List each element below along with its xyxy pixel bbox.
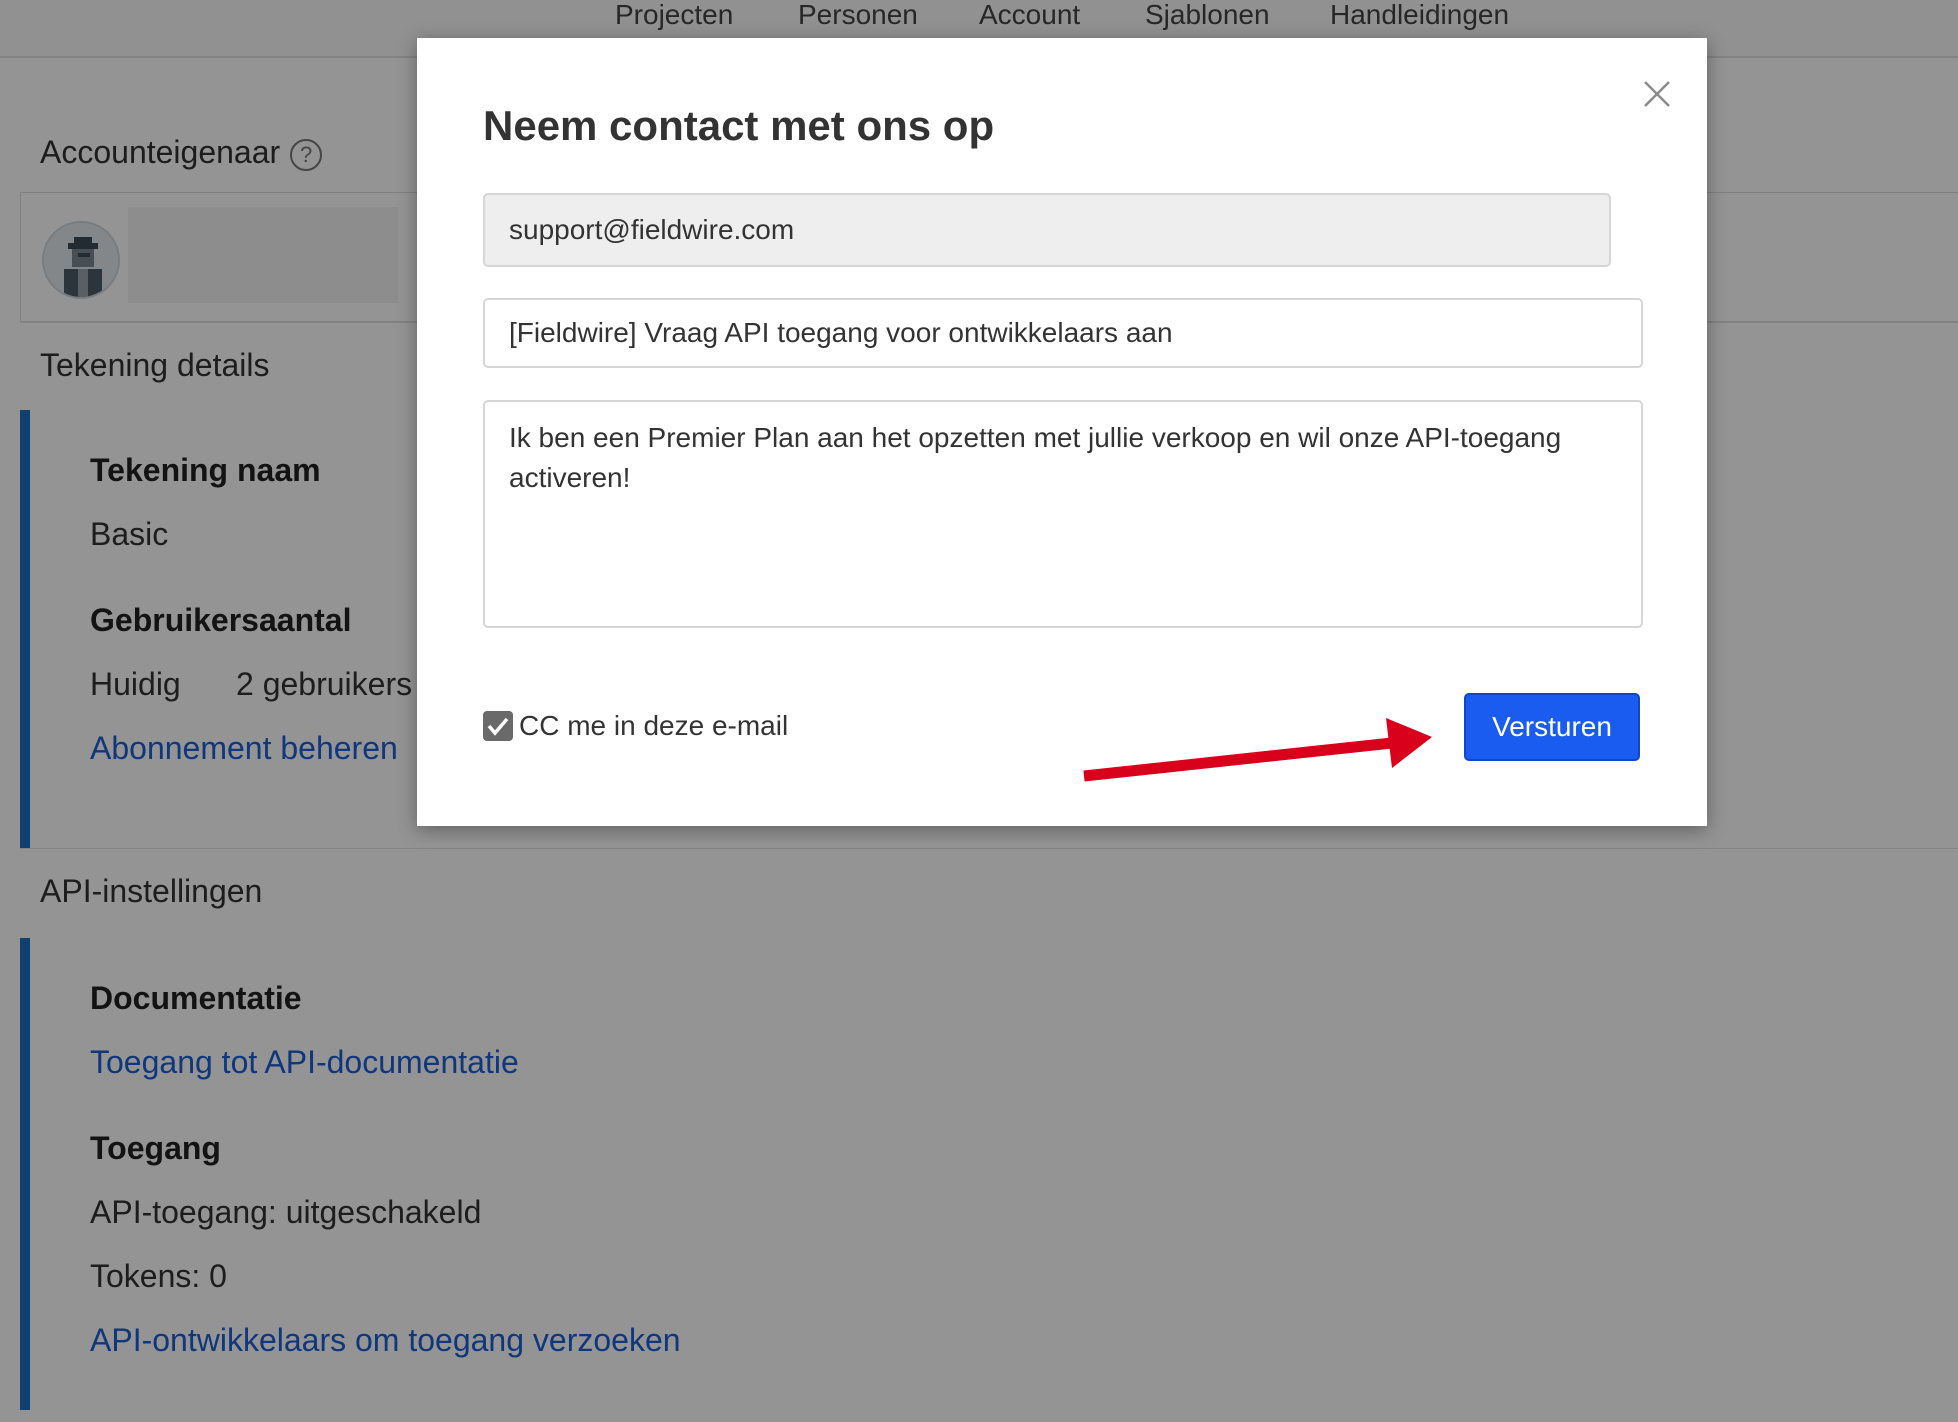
to-email-field: support@fieldwire.com: [483, 193, 1611, 267]
message-textarea[interactable]: Ik ben een Premier Plan aan het opzetten…: [483, 400, 1643, 628]
contact-dialog: Neem contact met ons op support@fieldwir…: [417, 38, 1707, 826]
close-icon[interactable]: [1637, 74, 1677, 114]
dialog-title: Neem contact met ons op: [483, 102, 995, 149]
subject-input[interactable]: [483, 298, 1643, 368]
cc-label: CC me in deze e-mail: [519, 710, 789, 741]
checkbox-checked-icon[interactable]: [483, 711, 513, 741]
send-button[interactable]: Versturen: [1464, 693, 1640, 761]
cc-option: CC me in deze e-mail: [483, 710, 788, 744]
